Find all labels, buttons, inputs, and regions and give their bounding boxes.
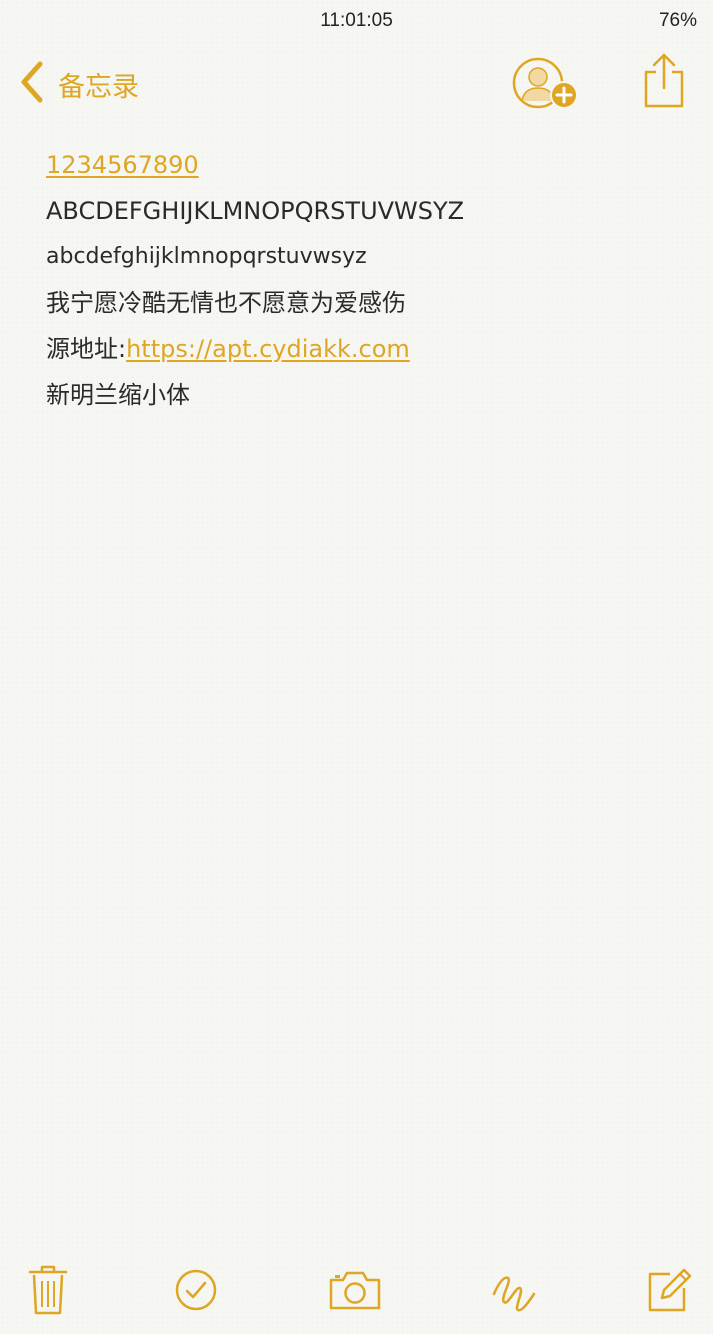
battery-percent: 76% bbox=[658, 10, 697, 31]
sketch-button[interactable] bbox=[486, 1260, 542, 1320]
camera-button[interactable] bbox=[322, 1260, 388, 1320]
status-bar: 11:01:05 76% bbox=[0, 0, 713, 42]
compose-button[interactable] bbox=[640, 1260, 696, 1320]
note-body[interactable]: 1234567890 ABCDEFGHIJKLMNOPQRSTUVWSYZ ab… bbox=[46, 142, 686, 418]
compose-icon bbox=[644, 1266, 692, 1314]
note-line-lowercase: abcdefghijklmnopqrstuvwsyz bbox=[46, 244, 367, 269]
note-line-digits[interactable]: 1234567890 bbox=[46, 142, 686, 188]
add-person-icon bbox=[510, 57, 582, 120]
share-icon bbox=[642, 53, 686, 114]
add-person-button[interactable] bbox=[510, 54, 582, 116]
note-line-font-name: 新明兰缩小体 bbox=[46, 381, 190, 409]
sketch-icon bbox=[488, 1264, 540, 1316]
phone-number-link[interactable]: 1234567890 bbox=[46, 151, 199, 179]
share-button[interactable] bbox=[642, 52, 686, 110]
nav-bar: 备忘录 bbox=[0, 48, 713, 124]
checklist-button[interactable] bbox=[168, 1260, 224, 1320]
checklist-icon bbox=[174, 1268, 218, 1312]
note-line-source: 源地址:https://apt.cydiakk.com bbox=[46, 326, 686, 372]
back-button[interactable]: 备忘录 bbox=[18, 60, 139, 108]
bottom-toolbar bbox=[0, 1250, 713, 1334]
chevron-left-icon bbox=[18, 60, 46, 108]
source-label: 源地址: bbox=[46, 335, 127, 363]
status-time: 11:01:05 bbox=[320, 10, 393, 31]
trash-icon bbox=[28, 1263, 68, 1317]
source-url-link[interactable]: https://apt.cydiakk.com bbox=[126, 335, 410, 363]
delete-button[interactable] bbox=[20, 1260, 76, 1320]
note-line-uppercase: ABCDEFGHIJKLMNOPQRSTUVWSYZ bbox=[46, 197, 465, 225]
camera-icon bbox=[327, 1268, 383, 1312]
note-line-chinese: 我宁愿冷酷无情也不愿意为爱感伤 bbox=[46, 289, 406, 317]
back-label: 备忘录 bbox=[58, 71, 139, 103]
